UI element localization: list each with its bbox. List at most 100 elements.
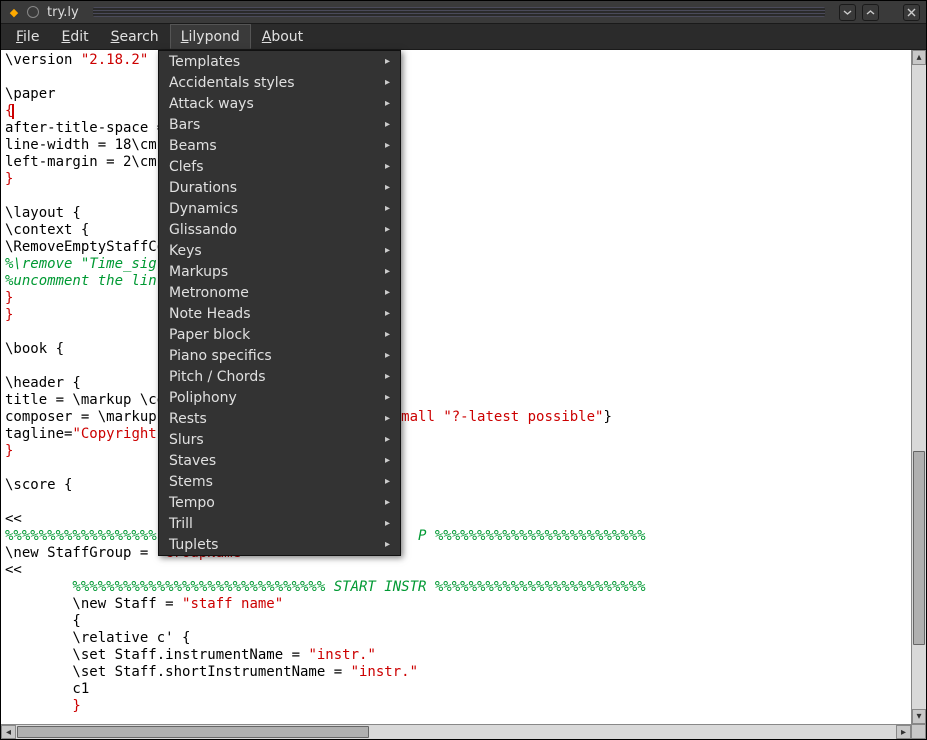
dropdown-item-label: Piano specifics <box>169 348 272 364</box>
dropdown-item-dynamics[interactable]: Dynamics ▸ <box>159 198 400 219</box>
scroll-corner <box>911 724 926 739</box>
minimize-button[interactable] <box>839 4 856 21</box>
submenu-arrow-icon: ▸ <box>385 266 390 277</box>
menu-about-label: bout <box>271 29 303 45</box>
submenu-arrow-icon: ▸ <box>385 329 390 340</box>
menu-file-label: ile <box>23 29 39 45</box>
dropdown-item-label: Accidentals styles <box>169 75 295 91</box>
submenu-arrow-icon: ▸ <box>385 350 390 361</box>
menu-file[interactable]: File <box>5 24 50 49</box>
dropdown-item-label: Trill <box>169 516 193 532</box>
dropdown-item-label: Markups <box>169 264 228 280</box>
vertical-scrollbar[interactable]: ▴ ▾ <box>911 50 926 724</box>
submenu-arrow-icon: ▸ <box>385 476 390 487</box>
dropdown-item-label: Rests <box>169 411 207 427</box>
hscroll-thumb[interactable] <box>17 726 369 738</box>
dropdown-item-markups[interactable]: Markups ▸ <box>159 261 400 282</box>
dropdown-item-tuplets[interactable]: Tuplets▸ <box>159 534 400 555</box>
dropdown-item-keys[interactable]: Keys▸ <box>159 240 400 261</box>
dropdown-item-label: Clefs <box>169 159 204 175</box>
close-button[interactable] <box>903 4 920 21</box>
submenu-arrow-icon: ▸ <box>385 224 390 235</box>
dropdown-item-trill[interactable]: Trill▸ <box>159 513 400 534</box>
titlebar-grip[interactable] <box>93 7 825 17</box>
dropdown-item-rests[interactable]: Rests ▸ <box>159 408 400 429</box>
dropdown-item-staves[interactable]: Staves ▸ <box>159 450 400 471</box>
dropdown-item-label: Dynamics <box>169 201 238 217</box>
dropdown-item-glissando[interactable]: Glissando ▸ <box>159 219 400 240</box>
menu-about[interactable]: About <box>251 24 314 49</box>
scroll-down-button[interactable]: ▾ <box>912 709 926 724</box>
dropdown-item-label: Bars <box>169 117 200 133</box>
submenu-arrow-icon: ▸ <box>385 392 390 403</box>
app-icon: ◆ <box>7 5 21 19</box>
dropdown-item-label: Staves <box>169 453 216 469</box>
submenu-arrow-icon: ▸ <box>385 98 390 109</box>
dropdown-item-paper-block[interactable]: Paper block ▸ <box>159 324 400 345</box>
dropdown-item-label: Durations <box>169 180 237 196</box>
dropdown-item-templates[interactable]: Templates ▸ <box>159 51 400 72</box>
submenu-arrow-icon: ▸ <box>385 119 390 130</box>
vscroll-track[interactable] <box>912 65 926 709</box>
menu-edit[interactable]: Edit <box>50 24 99 49</box>
dropdown-item-poliphony[interactable]: Poliphony▸ <box>159 387 400 408</box>
editor-wrap: \version "2.18.2" \paper { after-title-s… <box>1 50 926 724</box>
hscroll-track[interactable] <box>16 725 896 739</box>
menubar: File Edit Search Lilypond About <box>1 24 926 50</box>
dropdown-item-attack-ways[interactable]: Attack ways ▸ <box>159 93 400 114</box>
submenu-arrow-icon: ▸ <box>385 56 390 67</box>
dropdown-item-stems[interactable]: Stems ▸ <box>159 471 400 492</box>
submenu-arrow-icon: ▸ <box>385 182 390 193</box>
dropdown-item-tempo[interactable]: Tempo ▸ <box>159 492 400 513</box>
text-cursor <box>12 104 14 119</box>
dropdown-item-beams[interactable]: Beams▸ <box>159 135 400 156</box>
window-title: try.ly <box>47 5 79 20</box>
dropdown-item-label: Paper block <box>169 327 250 343</box>
menu-lilypond[interactable]: Lilypond <box>170 24 251 49</box>
submenu-arrow-icon: ▸ <box>385 497 390 508</box>
scroll-right-button[interactable]: ▸ <box>896 725 911 739</box>
lilypond-dropdown: Templates▸Accidentals styles▸Attack ways… <box>158 50 401 556</box>
dropdown-item-metronome[interactable]: Metronome ▸ <box>159 282 400 303</box>
dropdown-item-label: Glissando <box>169 222 237 238</box>
submenu-arrow-icon: ▸ <box>385 287 390 298</box>
vscroll-thumb[interactable] <box>913 451 925 644</box>
dropdown-item-clefs[interactable]: Clefs ▸ <box>159 156 400 177</box>
dropdown-item-label: Slurs <box>169 432 204 448</box>
submenu-arrow-icon: ▸ <box>385 434 390 445</box>
submenu-arrow-icon: ▸ <box>385 203 390 214</box>
submenu-arrow-icon: ▸ <box>385 413 390 424</box>
submenu-arrow-icon: ▸ <box>385 161 390 172</box>
scroll-left-button[interactable]: ◂ <box>1 725 16 739</box>
dropdown-item-note-heads[interactable]: Note Heads ▸ <box>159 303 400 324</box>
maximize-button[interactable] <box>862 4 879 21</box>
dropdown-item-label: Tempo <box>169 495 215 511</box>
submenu-arrow-icon: ▸ <box>385 308 390 319</box>
dropdown-item-label: Templates <box>169 54 240 70</box>
window-frame: ◆ try.ly File Edit Search Lilypond About… <box>0 0 927 740</box>
dropdown-item-accidentals-styles[interactable]: Accidentals styles ▸ <box>159 72 400 93</box>
submenu-arrow-icon: ▸ <box>385 140 390 151</box>
dropdown-item-label: Metronome <box>169 285 249 301</box>
dropdown-item-piano-specifics[interactable]: Piano specifics ▸ <box>159 345 400 366</box>
dropdown-item-label: Tuplets <box>169 537 218 553</box>
code-editor[interactable]: \version "2.18.2" \paper { after-title-s… <box>1 50 911 724</box>
dropdown-item-label: Keys <box>169 243 202 259</box>
dropdown-item-label: Note Heads <box>169 306 251 322</box>
horizontal-scrollbar[interactable]: ◂ ▸ <box>1 724 911 739</box>
scroll-up-button[interactable]: ▴ <box>912 50 926 65</box>
spinner-icon <box>27 6 39 18</box>
submenu-arrow-icon: ▸ <box>385 77 390 88</box>
dropdown-item-label: Stems <box>169 474 213 490</box>
submenu-arrow-icon: ▸ <box>385 455 390 466</box>
dropdown-item-slurs[interactable]: Slurs ▸ <box>159 429 400 450</box>
menu-search-label: earch <box>119 29 158 45</box>
submenu-arrow-icon: ▸ <box>385 371 390 382</box>
dropdown-item-durations[interactable]: Durations ▸ <box>159 177 400 198</box>
dropdown-item-bars[interactable]: Bars ▸ <box>159 114 400 135</box>
dropdown-item-label: Attack ways <box>169 96 254 112</box>
menu-search[interactable]: Search <box>100 24 170 49</box>
dropdown-item-pitch-chords[interactable]: Pitch / Chords▸ <box>159 366 400 387</box>
menu-edit-label: dit <box>70 29 88 45</box>
menu-lilypond-label: ilypond <box>189 29 240 45</box>
